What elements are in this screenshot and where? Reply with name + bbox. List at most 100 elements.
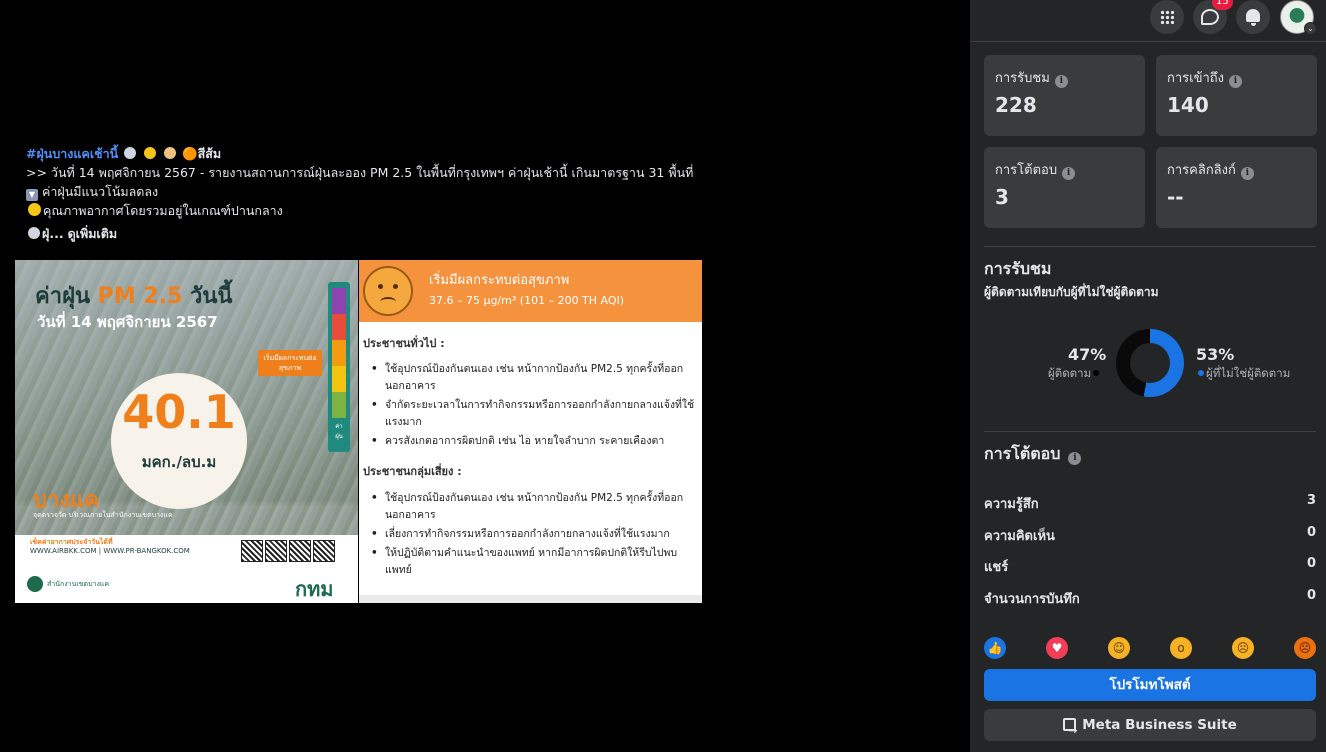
wow-icon: o bbox=[1170, 637, 1192, 659]
title-pm: PM 2.5 bbox=[97, 284, 183, 309]
list-item: จำกัดระยะเวลาในการทำกิจกรรมหรือการออกกำล… bbox=[369, 397, 699, 431]
messenger-icon bbox=[1201, 9, 1219, 25]
scale-red bbox=[332, 314, 346, 340]
pm25-value: 40.1 bbox=[122, 385, 236, 439]
promote-post-button[interactable]: โปรโมทโพสต์ bbox=[984, 669, 1316, 701]
views-label-text: การรับชม bbox=[995, 71, 1050, 86]
row-label: ความคิดเห็น bbox=[984, 529, 1055, 544]
meta-business-label: Meta Business Suite bbox=[1082, 717, 1237, 733]
qr-code-icon bbox=[313, 540, 335, 562]
messenger-button[interactable]: 15 bbox=[1193, 0, 1233, 34]
dust-emoji-icon bbox=[28, 227, 40, 239]
notifications-button[interactable] bbox=[1236, 0, 1270, 34]
advice-range: 37.6 – 75 µg/m³ (101 – 200 TH AQI) bbox=[429, 294, 625, 307]
donut-hole bbox=[1130, 343, 1170, 383]
advice-header: เริ่มมีผลกระทบต่อสุขภาพ 37.6 – 75 µg/m³ … bbox=[359, 260, 702, 322]
reactions-row: ความรู้สึก 3 bbox=[984, 493, 1316, 514]
check-info: เช็คค่าอากาศประจำวันได้ที่ WWW.AIRBKK.CO… bbox=[30, 538, 250, 556]
risk-group-title: ประชาชนกลุ่มเสี่ยง : bbox=[363, 465, 462, 478]
info-icon[interactable]: i bbox=[1062, 167, 1076, 180]
followers-legend-dot bbox=[1093, 370, 1100, 376]
health-advice-image[interactable]: เริ่มมีผลกระทบต่อสุขภาพ 37.6 – 75 µg/m³ … bbox=[359, 260, 702, 603]
risk-group-list: ใช้อุปกรณ์ป้องกันตนเอง เช่น หน้ากากป้องก… bbox=[369, 490, 699, 581]
interactions-section-title: การโต้ตอบ i bbox=[984, 442, 1082, 467]
divider bbox=[984, 246, 1316, 247]
down-arrow-emoji-icon: ▼ bbox=[26, 189, 38, 201]
scale-yellow bbox=[332, 366, 346, 392]
row-label: ความรู้สึก bbox=[984, 497, 1039, 512]
qr-code-icon bbox=[289, 540, 311, 562]
followers-percent: 47% bbox=[1068, 345, 1107, 364]
caption-line-hashtag: #ฝุ่นบางแคเช้านี้ 🟠สีส้ม bbox=[26, 144, 726, 163]
general-public-list: ใช้อุปกรณ์ป้องกันตนเอง เช่น หน้ากากป้องก… bbox=[369, 361, 699, 452]
caption-line-4: ฝุ่... ดูเพิ่มเติม bbox=[26, 224, 726, 243]
list-item: ใช้อุปกรณ์ป้องกันตนเอง เช่น หน้ากากป้องก… bbox=[369, 361, 699, 395]
views-section-title: การรับชม bbox=[984, 259, 1052, 278]
bkk-logo-text: กทม bbox=[295, 577, 334, 601]
saves-row: จำนวนการบันทึก 0 bbox=[984, 588, 1316, 609]
non-followers-label: ผู้ที่ไม่ใช่ผู้ติดตาม bbox=[1196, 365, 1290, 383]
messenger-badge: 15 bbox=[1212, 0, 1233, 10]
info-icon[interactable]: i bbox=[1229, 75, 1243, 88]
bell-icon bbox=[1246, 9, 1260, 26]
reach-card: การเข้าถึง i 140 bbox=[1156, 55, 1317, 136]
top-navigation: 15 ⌄ bbox=[970, 0, 1326, 42]
interactions-label-text: การโต้ตอบ bbox=[995, 163, 1058, 178]
general-public-title: ประชาชนทั่วไป : bbox=[363, 337, 445, 350]
followers-label-text: ผู้ติดตาม bbox=[1048, 366, 1092, 380]
post-viewer: #ฝุ่นบางแคเช้านี้ 🟠สีส้ม >> วันที่ 14 พฤ… bbox=[0, 0, 970, 752]
hashtag-trailing-text: 🟠สีส้ม bbox=[182, 146, 222, 161]
advice-heading: เริ่มมีผลกระทบต่อสุขภาพ bbox=[429, 273, 570, 288]
scale-purple bbox=[332, 288, 346, 314]
info-icon[interactable]: i bbox=[1240, 167, 1254, 180]
chevron-down-icon[interactable]: ⌄ bbox=[1304, 22, 1317, 35]
pm25-infographic-image[interactable]: ค่าฝุ่น PM 2.5 วันนี้ วันที่ 14 พฤศจิกาย… bbox=[15, 260, 358, 603]
meta-business-suite-button[interactable]: Meta Business Suite bbox=[984, 709, 1316, 747]
yellow-circle-emoji-icon bbox=[28, 203, 41, 216]
grid-menu-icon bbox=[1160, 10, 1174, 24]
link-clicks-label: การคลิกลิงก์ i bbox=[1167, 159, 1254, 180]
angry-icon: ☹ bbox=[1294, 637, 1316, 659]
bottom-strip bbox=[359, 595, 702, 603]
haha-icon: ☺ bbox=[1108, 637, 1130, 659]
non-followers-legend-dot bbox=[1198, 370, 1204, 376]
infographic-title: ค่าฝุ่น PM 2.5 วันนี้ bbox=[35, 278, 232, 313]
row-value: 3 bbox=[1306, 493, 1316, 508]
caption-truncated-text: ฝุ่... bbox=[42, 226, 64, 241]
caption-line-1: >> วันที่ 14 พฤศจิกายน 2567 - รายงานสถาน… bbox=[26, 165, 694, 180]
list-item: เลี่ยงการทำกิจกรรมหรือการออกกำลังกายกลาง… bbox=[369, 526, 699, 543]
divider bbox=[984, 431, 1316, 432]
open-external-icon bbox=[1063, 715, 1077, 747]
sad-face-icon bbox=[363, 266, 413, 316]
row-value: 0 bbox=[1306, 525, 1316, 540]
info-icon[interactable]: i bbox=[1054, 75, 1068, 88]
interactions-section-title-text: การโต้ตอบ bbox=[984, 444, 1061, 463]
non-followers-percent: 53% bbox=[1196, 345, 1235, 364]
check-text: เช็คค่าอากาศประจำวันได้ที่ bbox=[30, 538, 113, 546]
love-icon: ♥ bbox=[1046, 637, 1068, 659]
link-clicks-label-text: การคลิกลิงก์ bbox=[1167, 163, 1236, 178]
views-card: การรับชม i 228 bbox=[984, 55, 1145, 136]
see-more-link[interactable]: ดูเพิ่มเติม bbox=[68, 226, 118, 241]
link-clicks-card: การคลิกลิงก์ i -- bbox=[1156, 147, 1317, 228]
scale-orange bbox=[332, 340, 346, 366]
sad-icon: ☹ bbox=[1232, 637, 1254, 659]
reach-label-text: การเข้าถึง bbox=[1167, 71, 1225, 86]
office-name: สำนักงานเขตบางแค bbox=[47, 580, 110, 588]
views-label: การรับชม i bbox=[995, 67, 1068, 88]
row-value: 0 bbox=[1306, 556, 1316, 571]
info-icon[interactable]: i bbox=[1068, 452, 1082, 465]
post-caption: #ฝุ่นบางแคเช้านี้ 🟠สีส้ม >> วันที่ 14 พฤ… bbox=[26, 144, 726, 243]
hashtag-link[interactable]: #ฝุ่นบางแคเช้านี้ bbox=[26, 146, 118, 161]
district-office-logo bbox=[27, 576, 43, 592]
victory-hand-emoji-icon bbox=[164, 147, 177, 159]
row-value: 0 bbox=[1306, 588, 1316, 603]
row-label: จำนวนการบันทึก bbox=[984, 592, 1080, 607]
interactions-card: การโต้ตอบ i 3 bbox=[984, 147, 1145, 228]
dust-emoji-icon bbox=[124, 147, 137, 159]
pm25-unit: มคก./ลบ.ม bbox=[141, 453, 217, 471]
websites: WWW.AIRBKK.COM | WWW.PR-BANGKOK.COM bbox=[30, 547, 190, 555]
menu-button[interactable] bbox=[1150, 0, 1184, 34]
district-sub: จุดตรวจวัด บริเวณภายในสำนักงานเขตบางแค bbox=[33, 511, 173, 519]
insights-sidebar: 15 ⌄ การรับชม i 228 การเข้าถึง i 140 การโต… bbox=[970, 0, 1326, 752]
